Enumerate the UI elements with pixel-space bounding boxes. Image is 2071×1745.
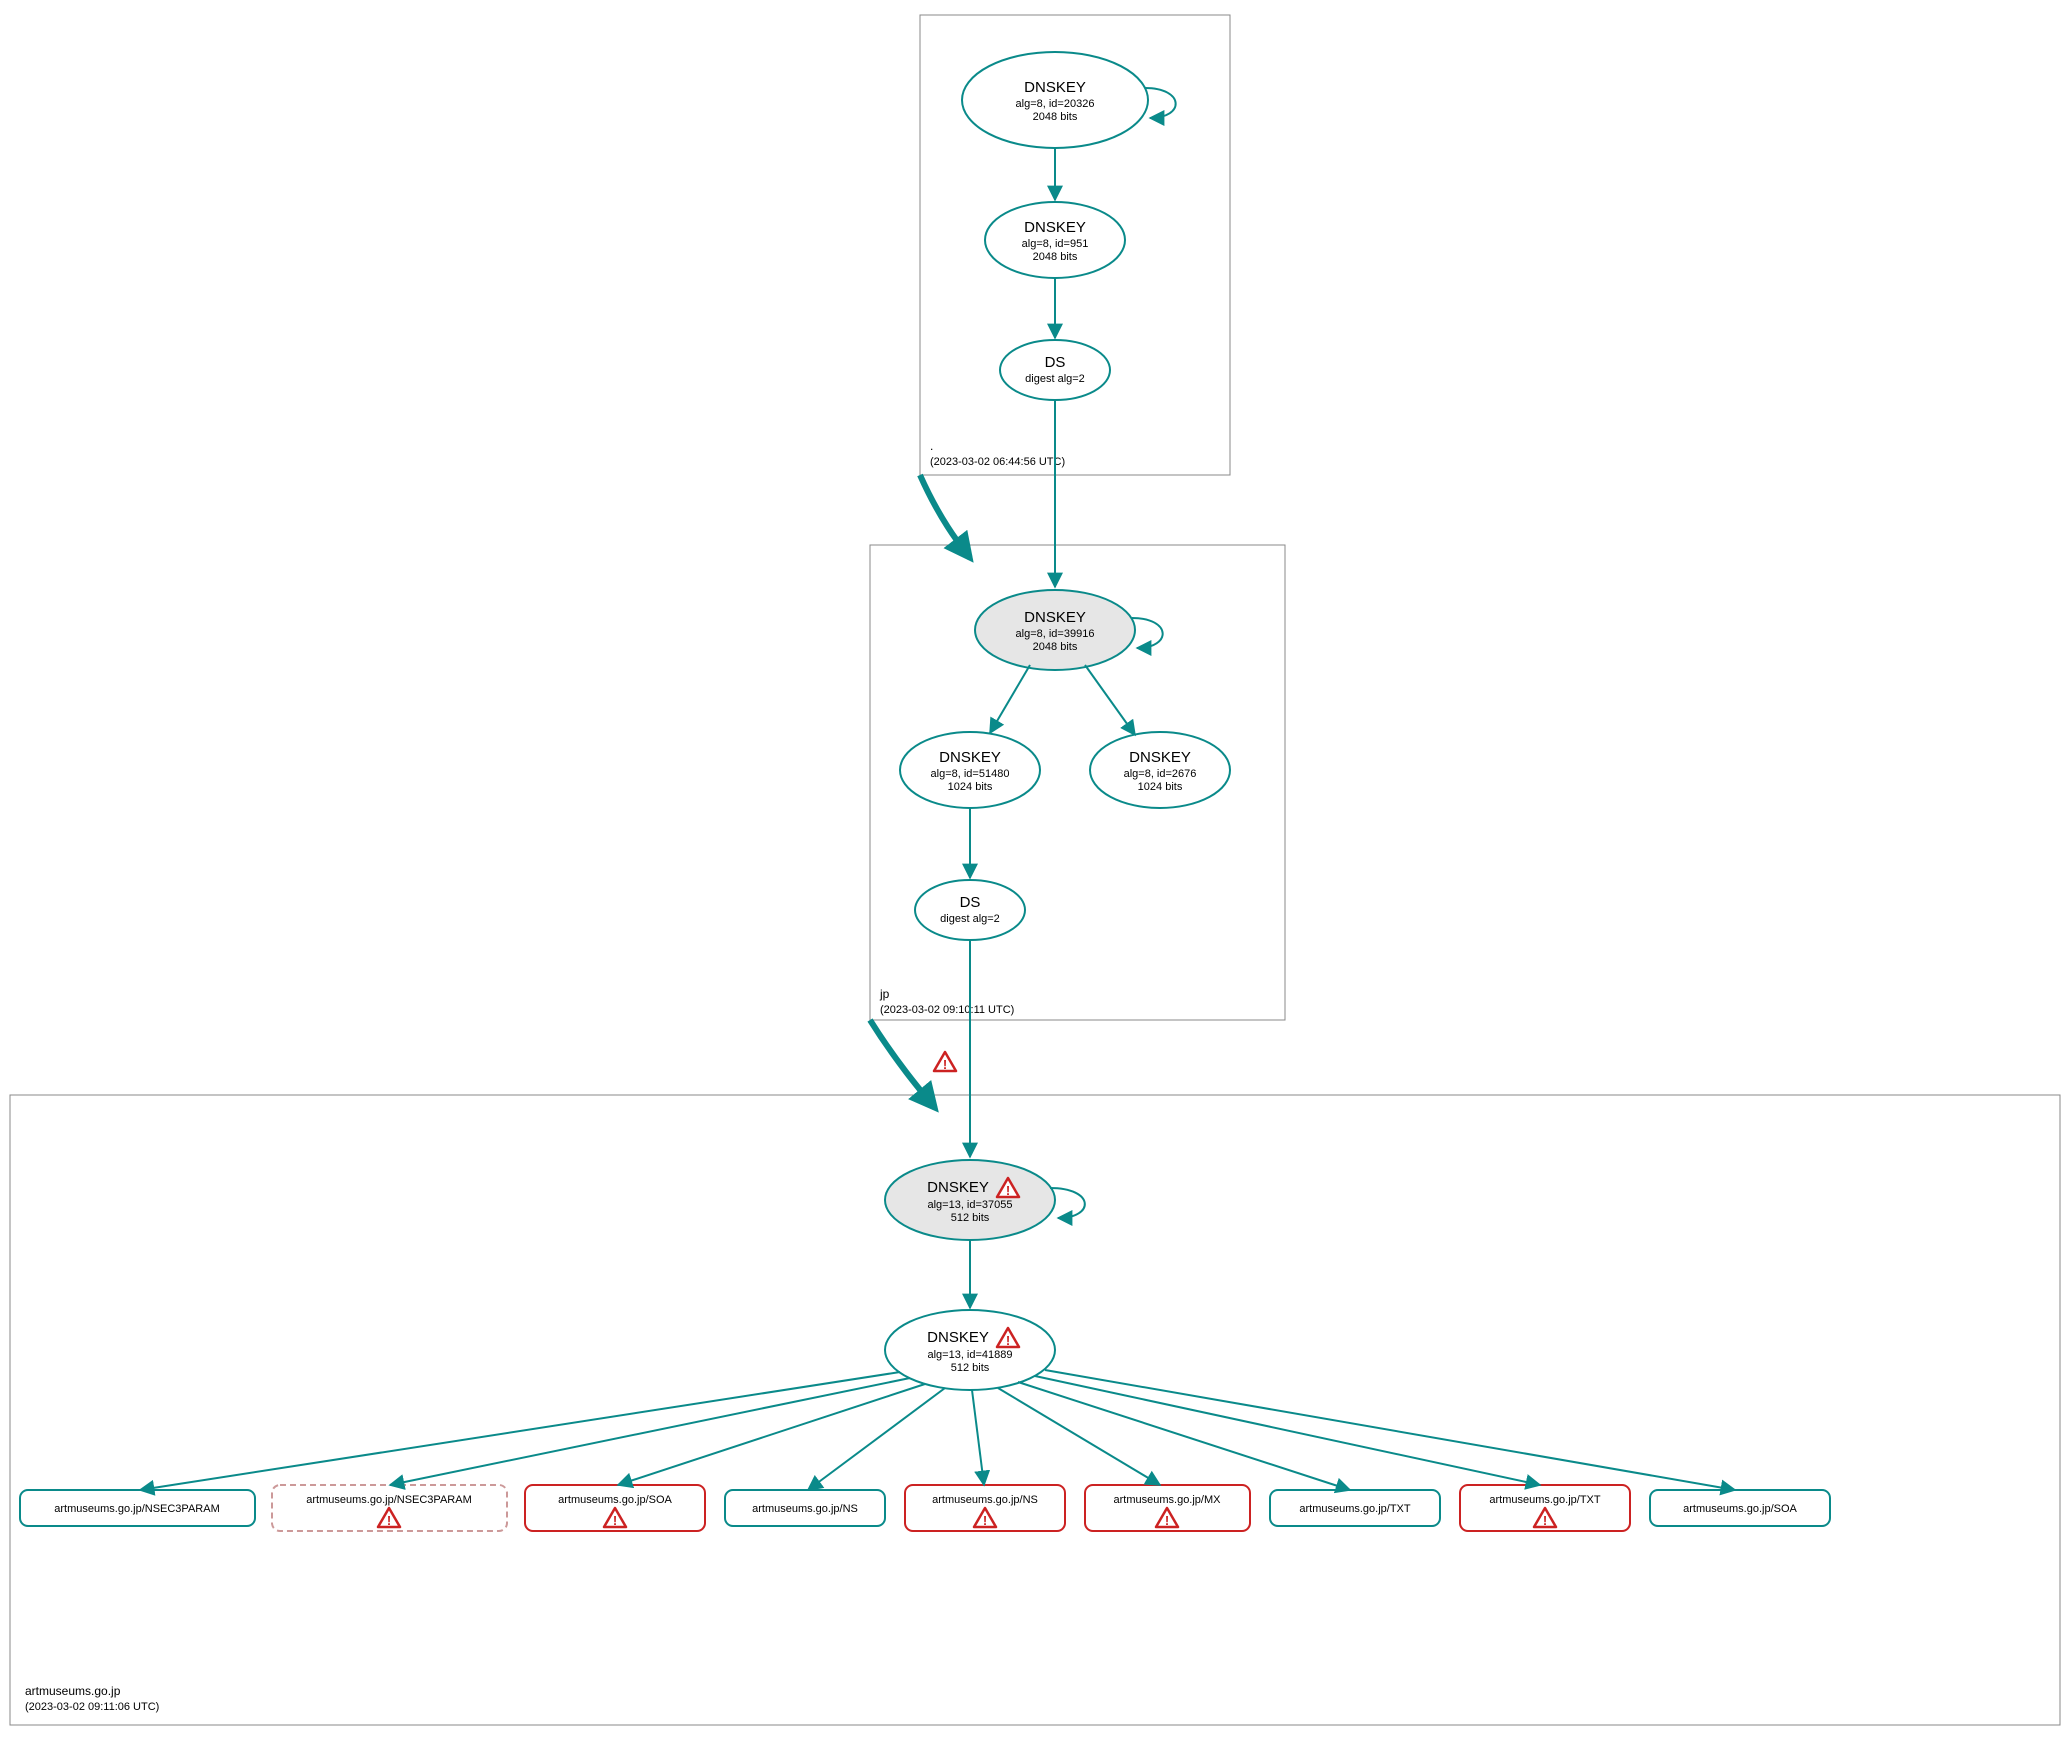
edge-root-ksk-self [1145, 88, 1176, 118]
node-jp-zsk: DNSKEY alg=8, id=51480 1024 bits [900, 732, 1040, 808]
node-dom-ksk: DNSKEY alg=13, id=37055 512 bits [885, 1160, 1055, 1240]
edge-jp-ksk-self [1132, 618, 1163, 648]
rr-soa-1: artmuseums.go.jp/SOA [525, 1485, 705, 1531]
node-dom-ksk-title: DNSKEY [927, 1179, 989, 1196]
node-jp-ksk: DNSKEY alg=8, id=39916 2048 bits [975, 590, 1135, 670]
edge-zsk-rr2 [390, 1378, 910, 1485]
node-root-ksk-l2: 2048 bits [1033, 111, 1078, 123]
node-root-zsk-l1: alg=8, id=951 [1022, 238, 1089, 250]
node-root-ksk: DNSKEY alg=8, id=20326 2048 bits [962, 52, 1148, 148]
node-root-zsk-title: DNSKEY [1024, 219, 1086, 236]
rr9-label: artmuseums.go.jp/SOA [1683, 1503, 1797, 1515]
zone-root-timestamp: (2023-03-02 06:44:56 UTC) [930, 456, 1065, 468]
rr7-label: artmuseums.go.jp/TXT [1299, 1503, 1411, 1515]
zone-dom-label: artmuseums.go.jp [25, 1684, 121, 1698]
edge-zsk-rr9 [1045, 1370, 1735, 1490]
zone-dom-timestamp: (2023-03-02 09:11:06 UTC) [25, 1701, 159, 1713]
zone-root-label: . [930, 439, 933, 453]
edge-jpksk-zsk1 [990, 665, 1030, 733]
node-dom-ksk-l1: alg=13, id=37055 [927, 1199, 1012, 1211]
zone-jp-timestamp: (2023-03-02 09:10:11 UTC) [880, 1004, 1014, 1016]
node-root-ds: DS digest alg=2 [1000, 340, 1110, 400]
node-dom-zsk-title: DNSKEY [927, 1329, 989, 1346]
node-jp-ksk-l1: alg=8, id=39916 [1016, 628, 1095, 640]
node-dom-zsk: DNSKEY alg=13, id=41889 512 bits [885, 1310, 1055, 1390]
warning-icon-deleg [934, 1052, 956, 1072]
node-jp-ds-l1: digest alg=2 [940, 913, 1000, 925]
rr-nsec3-1: artmuseums.go.jp/NSEC3PARAM [20, 1490, 255, 1526]
rr-soa-2: artmuseums.go.jp/SOA [1650, 1490, 1830, 1526]
node-root-zsk-l2: 2048 bits [1033, 251, 1078, 263]
rr-txt-1: artmuseums.go.jp/TXT [1270, 1490, 1440, 1526]
node-jp-zsk-title: DNSKEY [939, 749, 1001, 766]
edge-zsk-rr1 [140, 1372, 900, 1490]
edge-root-to-jp-deleg [920, 475, 970, 558]
node-jp-zsk2: DNSKEY alg=8, id=2676 1024 bits [1090, 732, 1230, 808]
edge-zsk-rr5 [972, 1390, 984, 1485]
rr-txt-2: artmuseums.go.jp/TXT [1460, 1485, 1630, 1531]
node-root-ksk-l1: alg=8, id=20326 [1016, 98, 1095, 110]
node-jp-ksk-l2: 2048 bits [1033, 641, 1078, 653]
rr-mx: artmuseums.go.jp/MX [1085, 1485, 1250, 1531]
rr1-label: artmuseums.go.jp/NSEC3PARAM [54, 1503, 219, 1515]
node-jp-zsk2-l2: 1024 bits [1138, 781, 1183, 793]
node-jp-zsk-l1: alg=8, id=51480 [931, 768, 1010, 780]
node-root-zsk: DNSKEY alg=8, id=951 2048 bits [985, 202, 1125, 278]
node-root-ksk-title: DNSKEY [1024, 79, 1086, 96]
node-jp-ds-title: DS [960, 894, 981, 911]
rr-ns-2: artmuseums.go.jp/NS [905, 1485, 1065, 1531]
node-jp-ksk-title: DNSKEY [1024, 609, 1086, 626]
edge-zsk-rr7 [1018, 1382, 1350, 1490]
node-jp-ds: DS digest alg=2 [915, 880, 1025, 940]
rr5-label: artmuseums.go.jp/NS [932, 1494, 1038, 1506]
node-root-ds-title: DS [1045, 354, 1066, 371]
node-jp-zsk-l2: 1024 bits [948, 781, 993, 793]
node-dom-zsk-l2: 512 bits [951, 1362, 990, 1374]
edge-jpksk-zsk2 [1085, 665, 1135, 735]
rr-nsec3-2: artmuseums.go.jp/NSEC3PARAM [272, 1485, 507, 1531]
rr6-label: artmuseums.go.jp/MX [1114, 1494, 1222, 1506]
node-jp-zsk2-title: DNSKEY [1129, 749, 1191, 766]
rr3-label: artmuseums.go.jp/SOA [558, 1494, 672, 1506]
zone-jp-label: jp [879, 987, 890, 1001]
edge-zsk-rr3 [618, 1384, 925, 1485]
node-dom-ksk-l2: 512 bits [951, 1212, 990, 1224]
rr-ns-1: artmuseums.go.jp/NS [725, 1490, 885, 1526]
node-dom-zsk-l1: alg=13, id=41889 [927, 1349, 1012, 1361]
node-root-ds-l1: digest alg=2 [1025, 373, 1085, 385]
edge-zsk-rr4 [808, 1388, 945, 1490]
rr4-label: artmuseums.go.jp/NS [752, 1503, 858, 1515]
rr2-label: artmuseums.go.jp/NSEC3PARAM [306, 1494, 471, 1506]
rr8-label: artmuseums.go.jp/TXT [1489, 1494, 1601, 1506]
node-jp-zsk2-l1: alg=8, id=2676 [1124, 768, 1197, 780]
